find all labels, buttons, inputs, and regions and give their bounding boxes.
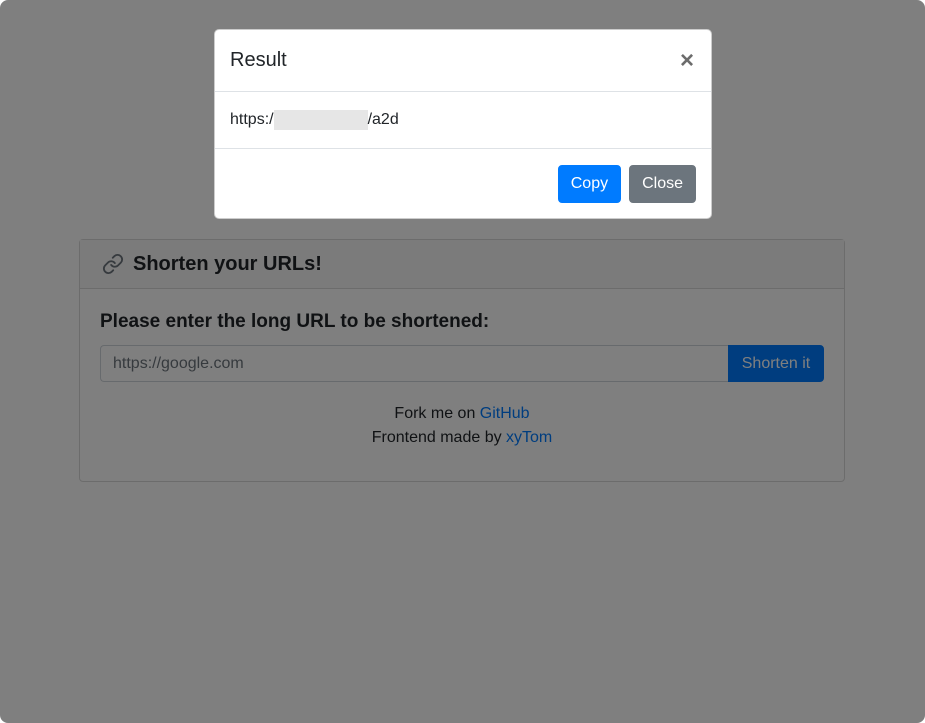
copy-button[interactable]: Copy [557, 164, 622, 203]
close-button[interactable]: Close [629, 164, 696, 203]
short-url-result[interactable]: https:/ /a2d [230, 110, 399, 130]
result-modal: Result × https:/ /a2d Copy Close [214, 29, 712, 219]
browser-window: Shorten your URLs! Please enter the long… [0, 0, 925, 723]
close-icon[interactable]: × [678, 48, 696, 73]
short-url-suffix: /a2d [367, 111, 399, 129]
modal-title: Result [230, 49, 287, 71]
redacted-domain [273, 110, 368, 130]
modal-footer: Copy Close [215, 149, 711, 218]
short-url-prefix: https:/ [230, 111, 274, 129]
modal-body: https:/ /a2d [215, 92, 711, 149]
modal-header: Result × [215, 30, 711, 92]
